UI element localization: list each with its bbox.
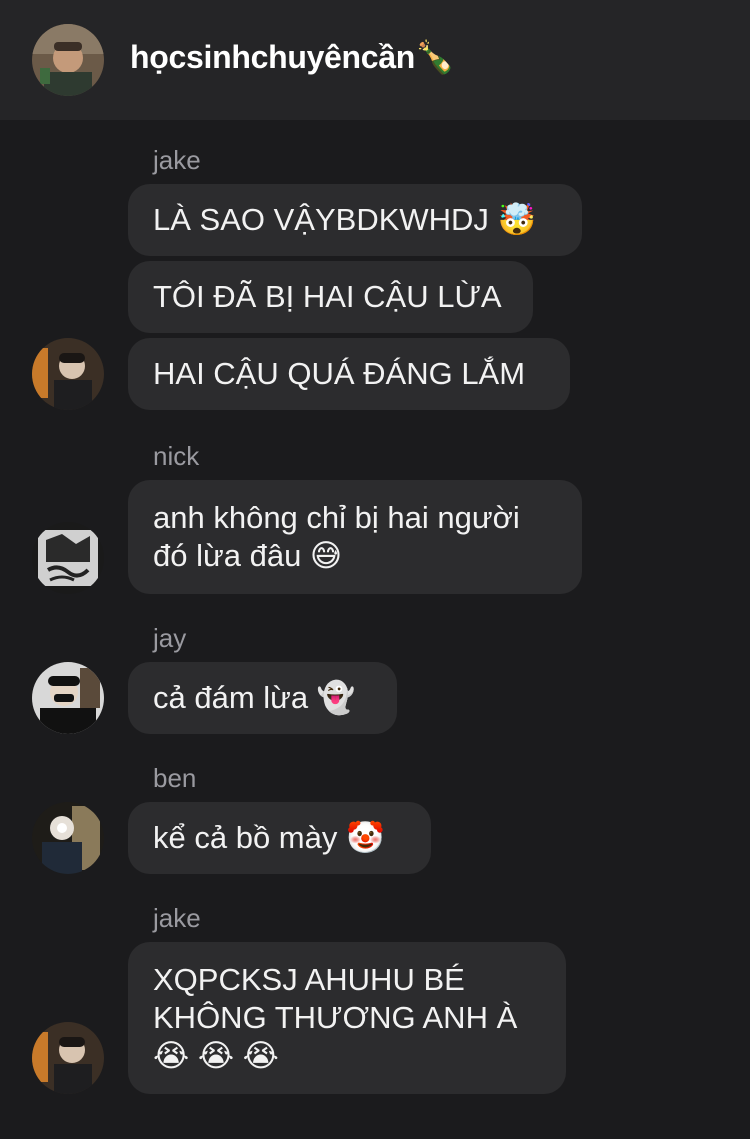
avatar-image bbox=[32, 338, 104, 410]
message-bubble[interactable]: kể cả bồ mày 🤡 bbox=[128, 802, 431, 874]
sender-name: jake bbox=[153, 903, 201, 933]
avatar-image bbox=[32, 1022, 104, 1094]
message-bubble[interactable]: XQPCKSJ AHUHU BÉ KHÔNG THƯƠNG ANH À 😭 😭 … bbox=[128, 942, 566, 1094]
avatar-jay[interactable] bbox=[32, 662, 104, 734]
avatar-image bbox=[32, 662, 104, 734]
message-bubble[interactable]: cả đám lừa 👻 bbox=[128, 662, 397, 734]
sender-name: jay bbox=[153, 623, 187, 653]
chat-title[interactable]: họcsinhchuyêncần🍾 bbox=[130, 38, 455, 76]
message-bubble[interactable]: HAI CẬU QUÁ ĐÁNG LẮM bbox=[128, 338, 570, 410]
group-avatar[interactable] bbox=[32, 24, 104, 96]
group-avatar-image bbox=[32, 24, 104, 96]
message-bubble[interactable]: anh không chỉ bị hai người đó lừa đâu 😅 bbox=[128, 480, 582, 594]
message-bubble[interactable]: LÀ SAO VẬYBDKWHDJ 🤯 bbox=[128, 184, 582, 256]
avatar-image bbox=[32, 522, 104, 594]
avatar-jake[interactable] bbox=[32, 1022, 104, 1094]
avatar-nick[interactable] bbox=[32, 522, 104, 594]
sender-name: jake bbox=[153, 145, 201, 175]
sender-name: nick bbox=[153, 441, 200, 471]
message-bubble[interactable]: TÔI ĐÃ BỊ HAI CẬU LỪA bbox=[128, 261, 533, 333]
avatar-jake[interactable] bbox=[32, 338, 104, 410]
chat-header: họcsinhchuyêncần🍾 bbox=[0, 0, 750, 120]
avatar-ben[interactable] bbox=[32, 802, 104, 874]
sender-name: ben bbox=[153, 763, 197, 793]
avatar-image bbox=[32, 802, 104, 874]
